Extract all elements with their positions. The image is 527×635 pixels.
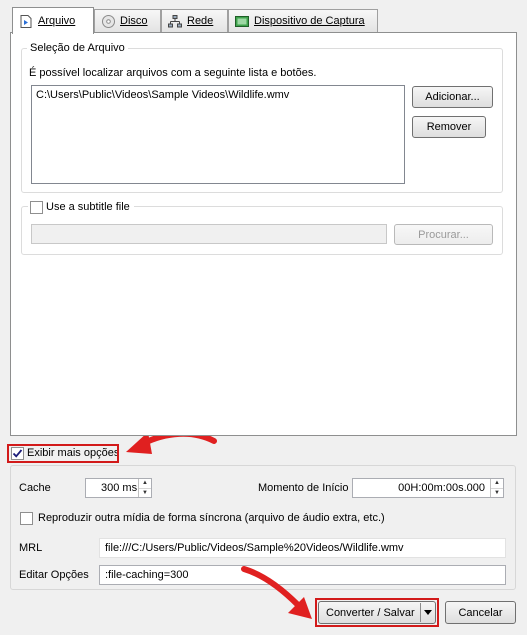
capture-device-icon [235,15,249,28]
tab-panel-arquivo: Seleção de Arquivo É possível localizar … [10,32,517,436]
tab-label: Rede [187,15,214,27]
start-time-label: Momento de Início [258,482,349,494]
stepper-down-icon[interactable]: ▼ [491,489,503,498]
cache-value: 300 ms [101,482,138,494]
arrow-icon [241,566,312,619]
cancel-button[interactable]: Cancelar [445,601,516,624]
sync-media-label: Reproduzir outra mídia de forma síncrona… [38,512,385,524]
mrl-field[interactable]: file:///C:/Users/Public/Videos/Sample%20… [99,538,506,558]
highlight-box [7,444,119,463]
cache-stepper[interactable]: ▲ ▼ [138,479,151,497]
stepper-down-icon[interactable]: ▼ [139,489,151,498]
highlight-box [315,598,439,627]
remove-button[interactable]: Remover [412,116,486,138]
browse-button[interactable]: Procurar... [394,224,493,245]
tab-dispositivo-de-captura[interactable]: Dispositivo de Captura [228,9,378,32]
stepper-up-icon[interactable]: ▲ [491,479,503,489]
start-time-input[interactable]: 00H:00m:00s.000 [352,478,504,498]
start-time-stepper[interactable]: ▲ ▼ [490,479,503,497]
stepper-up-icon[interactable]: ▲ [139,479,151,489]
file-list[interactable]: C:\Users\Public\Videos\Sample Videos\Wil… [31,85,405,184]
edit-options-label: Editar Opções [19,569,89,581]
tab-label: Arquivo [38,15,76,27]
disc-icon [101,14,115,28]
sync-media-checkbox[interactable] [20,512,33,525]
tab-rede[interactable]: Rede [161,9,228,32]
tab-label: Disco [120,15,148,27]
subtitle-checkbox-label: Use a subtitle file [46,201,130,213]
tab-disco[interactable]: Disco [94,9,161,32]
tab-arquivo[interactable]: Arquivo [12,7,94,34]
file-selection-description: É possível localizar arquivos com a segu… [29,67,317,79]
cache-label: Cache [19,482,51,494]
mrl-label: MRL [19,542,43,554]
network-icon [168,14,182,28]
add-button[interactable]: Adicionar... [412,86,493,108]
tab-label: Dispositivo de Captura [254,15,365,27]
file-icon [19,14,33,28]
file-selection-title: Seleção de Arquivo [27,42,128,54]
list-item[interactable]: C:\Users\Public\Videos\Sample Videos\Wil… [32,86,404,104]
subtitle-checkbox[interactable] [30,201,43,214]
start-time-value: 00H:00m:00s.000 [398,482,485,494]
subtitle-path-field[interactable] [31,224,387,244]
